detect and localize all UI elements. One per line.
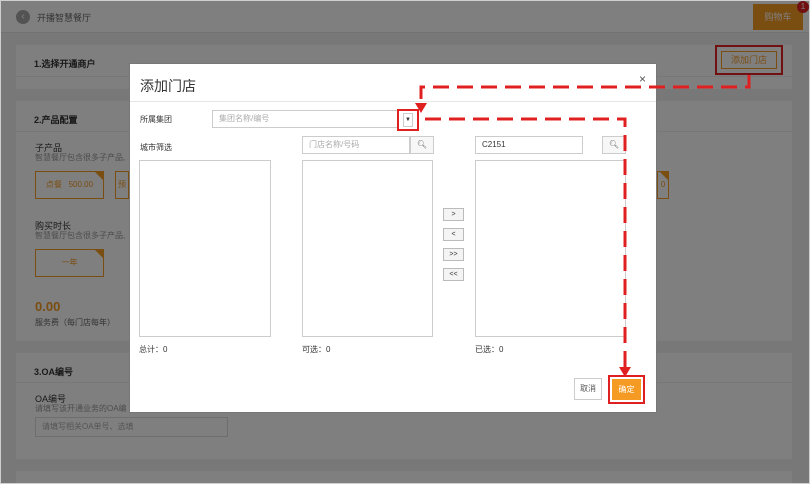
dialog-title: 添加门店 [140, 78, 196, 94]
store-search-input[interactable]: 门店名称/号码 [302, 136, 410, 154]
group-select[interactable]: 集团名称/编号 [212, 110, 419, 128]
search-icon[interactable]: 🔍︎ [602, 136, 626, 154]
divider [130, 101, 656, 102]
selected-count: 已选：0 [475, 345, 504, 354]
selected-search-input[interactable]: C2151 [475, 136, 583, 154]
close-icon[interactable]: × [639, 72, 646, 86]
move-all-right-button[interactable]: >> [443, 248, 464, 261]
city-filter-label: 城市筛选 [140, 143, 172, 152]
group-label: 所属集团 [140, 115, 172, 124]
total-count: 总计：0 [139, 345, 168, 354]
move-left-button[interactable]: < [443, 228, 464, 241]
search-icon[interactable]: 🔍︎ [410, 136, 434, 154]
available-count: 可选：0 [302, 345, 331, 354]
move-right-button[interactable]: > [443, 208, 464, 221]
cancel-button[interactable]: 取消 [574, 378, 602, 400]
confirm-highlight: 确定 [608, 375, 645, 404]
city-list[interactable] [139, 160, 271, 337]
available-store-list[interactable] [302, 160, 433, 337]
group-dropdown-highlight: ▼ [397, 109, 419, 131]
caret-down-icon[interactable]: ▼ [403, 113, 413, 127]
selected-store-list[interactable] [475, 160, 626, 337]
confirm-button[interactable]: 确定 [612, 379, 641, 400]
add-store-dialog: 添加门店 × 所属集团 集团名称/编号 ▼ 城市筛选 门店名称/号码 🔍︎ C2… [129, 63, 657, 413]
move-all-left-button[interactable]: << [443, 268, 464, 281]
app-frame: ‹ 开播智慧餐厅 购物车 1 1.选择开通商户 添加门店 2.产品配置 子产品 … [0, 0, 810, 484]
